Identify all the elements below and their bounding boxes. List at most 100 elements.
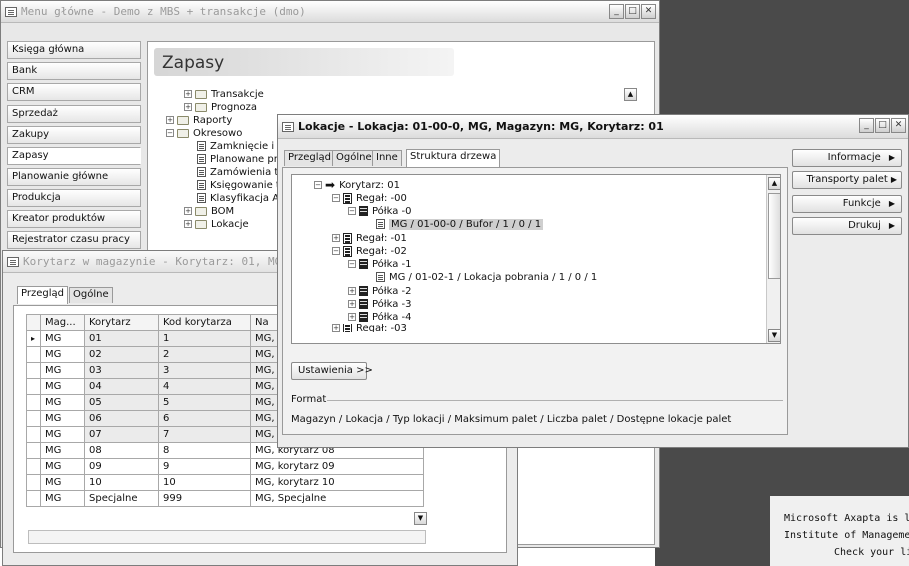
table-cell[interactable]: 02 xyxy=(84,346,159,363)
nav-item-kreator[interactable]: Kreator produktów xyxy=(7,210,141,228)
nav-item-sprzedaz[interactable]: Sprzedaż xyxy=(7,105,141,123)
tree-item[interactable]: − Półka -0 xyxy=(348,205,412,217)
table-row[interactable]: MG Specjalne 999 MG, Specjalne xyxy=(26,490,424,507)
table-cell[interactable]: 1 xyxy=(158,330,251,347)
table-row[interactable]: MG 09 9 MG, korytarz 09 xyxy=(26,458,424,475)
close-icon[interactable]: ✕ xyxy=(641,4,656,19)
scroll-up-icon[interactable]: ▲ xyxy=(624,88,637,101)
table-cell[interactable]: 3 xyxy=(158,362,251,379)
table-cell[interactable]: 4 xyxy=(158,378,251,395)
table-cell[interactable]: 999 xyxy=(158,490,251,507)
tree-item[interactable]: + Półka -3 xyxy=(348,298,412,310)
tree-item[interactable]: Zamówienia tr xyxy=(197,166,282,178)
table-cell[interactable]: 6 xyxy=(158,410,251,427)
maximize-icon[interactable]: □ xyxy=(875,118,890,133)
tab-ogolne[interactable]: Ogólne xyxy=(332,150,376,166)
tree-item[interactable]: + Prognoza xyxy=(184,101,257,113)
col-header-korytarz[interactable]: Korytarz xyxy=(84,314,159,331)
tab-przeglad[interactable]: Przegląd xyxy=(17,286,68,304)
table-cell[interactable]: MG, korytarz 10 xyxy=(250,474,424,491)
table-cell[interactable]: MG xyxy=(40,346,85,363)
main-menu-titlebar[interactable]: Menu główne - Demo z MBS + transakcje (d… xyxy=(1,1,659,23)
tree-item[interactable]: + Transakcje xyxy=(184,88,264,100)
table-cell[interactable]: MG, Specjalne xyxy=(250,490,424,507)
table-cell[interactable]: MG xyxy=(40,442,85,459)
tree-item[interactable]: − Półka -1 xyxy=(348,258,412,270)
nav-item-rejestrator[interactable]: Rejestrator czasu pracy xyxy=(7,231,141,249)
table-cell[interactable]: MG xyxy=(40,474,85,491)
nav-item-produkcja[interactable]: Produkcja xyxy=(7,189,141,207)
lokacje-titlebar[interactable]: Lokacje - Lokacja: 01-00-0, MG, Magazyn:… xyxy=(278,115,908,139)
tree-item[interactable]: − Okresowo xyxy=(166,127,242,139)
close-icon[interactable]: ✕ xyxy=(891,118,906,133)
tree-item[interactable]: Zamknięcie i r xyxy=(197,140,281,152)
table-cell[interactable]: 2 xyxy=(158,346,251,363)
tree-item[interactable]: + Regał: -01 xyxy=(332,232,407,244)
col-header-kod[interactable]: Kod korytarza xyxy=(158,314,251,331)
nav-item-ksiega[interactable]: Księga główna xyxy=(7,41,141,59)
nav-item-bank[interactable]: Bank xyxy=(7,62,141,80)
table-cell[interactable]: 01 xyxy=(84,330,159,347)
table-cell[interactable]: Specjalne xyxy=(84,490,159,507)
tree-item[interactable]: + Półka -2 xyxy=(348,285,412,297)
table-cell[interactable]: MG xyxy=(40,458,85,475)
tree-item[interactable]: Księgowanie t xyxy=(197,179,280,191)
table-cell[interactable]: 10 xyxy=(158,474,251,491)
table-cell[interactable]: MG xyxy=(40,490,85,507)
table-cell[interactable]: 10 xyxy=(84,474,159,491)
tab-inne[interactable]: Inne xyxy=(372,150,402,166)
nav-item-zapasy[interactable]: Zapasy xyxy=(7,147,141,165)
maximize-icon[interactable]: □ xyxy=(625,4,640,19)
tree-item[interactable]: + BOM xyxy=(184,205,234,217)
table-cell[interactable]: MG, korytarz 09 xyxy=(250,458,424,475)
table-cell[interactable]: 9 xyxy=(158,458,251,475)
minimize-icon[interactable]: _ xyxy=(859,118,874,133)
nav-item-planowanie[interactable]: Planowanie główne xyxy=(7,168,141,186)
table-cell[interactable]: MG xyxy=(40,362,85,379)
scroll-down-icon[interactable]: ▼ xyxy=(768,329,780,342)
tab-przeglad[interactable]: Przegląd xyxy=(284,150,335,166)
tree-item[interactable]: − ➡ Korytarz: 01 xyxy=(314,179,400,191)
table-cell[interactable]: 06 xyxy=(84,410,159,427)
tree-item[interactable]: Klasyfikacja A xyxy=(197,192,279,204)
tab-struktura-drzewa[interactable]: Struktura drzewa xyxy=(406,149,501,167)
tree-item[interactable]: − Regał: -00 xyxy=(332,192,407,204)
tree-item[interactable]: + Regał: -03 xyxy=(332,324,407,332)
tree-item[interactable]: + Półka -4 xyxy=(348,311,412,323)
horizontal-scrollbar[interactable] xyxy=(28,530,426,544)
table-cell[interactable]: MG xyxy=(40,330,85,347)
table-cell[interactable]: 08 xyxy=(84,442,159,459)
vertical-scrollbar[interactable]: ▲ ▼ xyxy=(766,175,780,343)
table-cell[interactable]: MG xyxy=(40,426,85,443)
minimize-icon[interactable]: _ xyxy=(609,4,624,19)
tree-item[interactable]: MG / 01-02-1 / Lokacja pobrania / 1 / 0 … xyxy=(376,271,597,283)
table-cell[interactable]: 05 xyxy=(84,394,159,411)
table-cell[interactable]: MG xyxy=(40,394,85,411)
table-row[interactable]: MG 10 10 MG, korytarz 10 xyxy=(26,474,424,491)
tree-item[interactable]: − Regał: -02 xyxy=(332,245,407,257)
table-cell[interactable]: 03 xyxy=(84,362,159,379)
drukuj-button[interactable]: Drukuj ▶ xyxy=(792,217,902,235)
informacje-button[interactable]: Informacje ▶ xyxy=(792,149,902,167)
nav-item-zakupy[interactable]: Zakupy xyxy=(7,126,141,144)
tab-ogolne[interactable]: Ogólne xyxy=(69,287,113,303)
nav-item-crm[interactable]: CRM xyxy=(7,83,141,101)
table-cell[interactable]: 07 xyxy=(84,426,159,443)
scroll-up-icon[interactable]: ▲ xyxy=(768,177,780,190)
table-cell[interactable]: MG xyxy=(40,410,85,427)
funkcje-button[interactable]: Funkcje ▶ xyxy=(792,195,902,213)
table-cell[interactable]: MG xyxy=(40,378,85,395)
tree-item[interactable]: + Lokacje xyxy=(184,218,249,230)
col-header-magazyn[interactable]: Mag... xyxy=(40,314,85,331)
tree-item[interactable]: Planowane pr xyxy=(197,153,278,165)
tree-item[interactable]: + Raporty xyxy=(166,114,232,126)
tree-item-selected[interactable]: MG / 01-00-0 / Bufor / 1 / 0 / 1 xyxy=(376,218,544,230)
scroll-thumb[interactable] xyxy=(768,193,780,279)
table-cell[interactable]: 09 xyxy=(84,458,159,475)
scroll-down-icon[interactable]: ▼ xyxy=(414,512,427,525)
table-cell[interactable]: 04 xyxy=(84,378,159,395)
settings-button[interactable]: Ustawienia >> xyxy=(291,362,373,380)
table-cell[interactable]: 8 xyxy=(158,442,251,459)
table-cell[interactable]: 7 xyxy=(158,426,251,443)
table-cell[interactable]: 5 xyxy=(158,394,251,411)
